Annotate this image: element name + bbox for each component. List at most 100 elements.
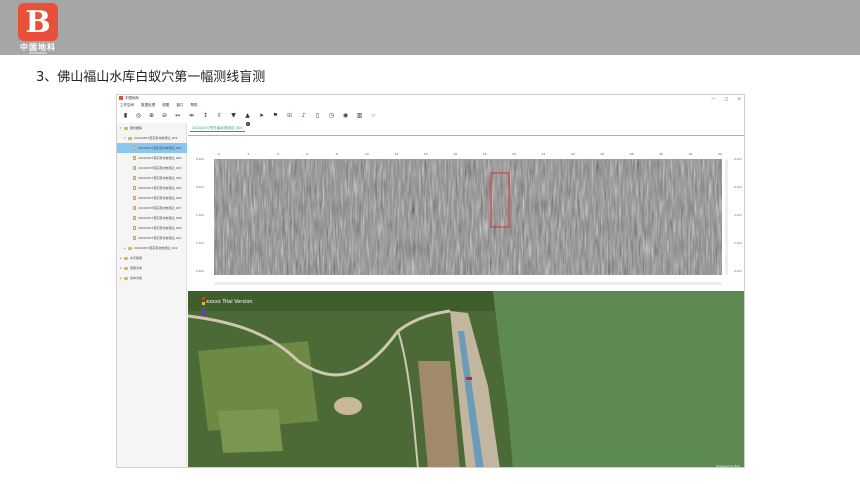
file-icon: [133, 236, 136, 240]
menu-processing[interactable]: 数据处理: [141, 103, 155, 107]
maximize-button[interactable]: □: [725, 96, 729, 101]
depth-label: 2.0m: [196, 269, 204, 273]
legend-blue-swatch: [202, 307, 205, 310]
gauge-icon[interactable]: ◷: [327, 111, 336, 120]
file-icon: [133, 156, 136, 160]
x-tick-label: 32: [688, 152, 693, 156]
close-button[interactable]: ×: [738, 96, 741, 101]
folder-icon: [124, 256, 128, 260]
depth-label: 0.5m: [196, 185, 204, 189]
x-tick-label: 10: [365, 152, 369, 156]
move-up-icon[interactable]: ▲: [243, 111, 252, 120]
radar-horizontal-scrollbar[interactable]: [214, 282, 722, 285]
legend-purple-swatch: [202, 312, 205, 315]
tree-item[interactable]: ▸ 水平探测: [117, 253, 187, 263]
compress-horizontal-icon[interactable]: ⇹: [187, 111, 196, 120]
x-tick-label: 0: [218, 152, 220, 156]
radar-profile[interactable]: [214, 159, 722, 275]
tree-item[interactable]: 20240307苍东南北电测试_002: [117, 153, 187, 163]
tree-item[interactable]: 20240307苍东南北电测试_005: [117, 183, 187, 193]
bars-icon[interactable]: ▥: [355, 111, 364, 120]
folder-icon: [124, 276, 128, 280]
tree-item[interactable]: 20240307苍东南北电测试_009: [117, 223, 187, 233]
company-logo: B 中国地科 ZHONGDIKE: [12, 3, 62, 55]
radar-tint: [214, 159, 722, 275]
menu-help[interactable]: 帮助: [191, 103, 198, 107]
menu-window[interactable]: 窗口: [176, 103, 183, 107]
tree-item[interactable]: 20240307苍东南北电测试_004: [117, 173, 187, 183]
tab-strip: 20240307苍东南北电测试_001 1: [188, 122, 744, 133]
compress-vertical-icon[interactable]: ⇳: [215, 111, 224, 120]
move-down-icon[interactable]: ▼: [229, 111, 238, 120]
tree-item[interactable]: 20240307苍东南北电测试_003: [117, 163, 187, 173]
minimize-button[interactable]: —: [711, 96, 715, 101]
tree-item[interactable]: ▾ 20240307苍东南北电测试_001: [117, 133, 187, 143]
app-window: 中国地科 — □ × 工作空间 数据处理 视图 窗口 帮助 ▮ ◎ ⊕ ⊖ ↔ …: [116, 94, 745, 468]
logo-letter: B: [25, 5, 51, 40]
radar-panel: 0.0m 0.5m 1.0m 1.5m 2.0m 0.0m 0.5m 1.0m …: [188, 145, 744, 291]
depth-label-right: 1.0m: [734, 213, 742, 217]
x-tick-label: 20: [512, 152, 516, 156]
project-tree: ▾ 服务器库 ▾ 20240307苍东南北电测试_001 20240307苍东南北电…: [117, 123, 187, 467]
new-file-icon[interactable]: ▮: [121, 111, 130, 120]
tree-item[interactable]: ▾ 服务器库: [117, 123, 187, 133]
depth-label-right: 2.0m: [734, 269, 742, 273]
window-titlebar: 中国地科 — □ ×: [117, 95, 744, 102]
x-tick-label: 28: [629, 152, 634, 156]
legend-yellow-swatch: [202, 302, 205, 305]
zoom-out-icon[interactable]: ⊖: [160, 111, 169, 120]
app-icon: [119, 96, 123, 100]
map-reservoir-water: [493, 291, 744, 467]
map-credit: Powered by Esri: [716, 464, 740, 468]
tab-badge: 1: [246, 122, 250, 126]
legend-red-swatch: [202, 297, 205, 300]
x-tick-label: 26: [600, 152, 605, 156]
menu-view[interactable]: 视图: [162, 103, 169, 107]
radar-vertical-scrollbar[interactable]: [725, 159, 728, 275]
satellite-map[interactable]: xxxxx Trial Version Powered by Esri: [188, 291, 744, 468]
tree-item-selected[interactable]: 20240307苍东南北电测试_001: [117, 143, 187, 153]
x-tick-label: 34: [718, 152, 722, 156]
pointer-icon[interactable]: ➤: [257, 111, 266, 120]
flag-icon[interactable]: ⚑: [271, 111, 280, 120]
file-icon: [133, 146, 136, 150]
window-title: 中国地科: [125, 96, 139, 100]
depth-label: 1.5m: [196, 241, 204, 245]
file-icon: [133, 166, 136, 170]
x-tick-label: 24: [570, 152, 575, 156]
tab-radar-line[interactable]: 20240307苍东南北电测试_001: [190, 124, 245, 132]
tree-item[interactable]: 20240307苍东南北电测试_008: [117, 213, 187, 223]
tree-item[interactable]: 20240307苍东南北电测试_010: [117, 233, 187, 243]
x-tick-label: 18: [482, 152, 487, 156]
file-icon: [133, 226, 136, 230]
eye-icon[interactable]: ◉: [341, 111, 350, 120]
folder-icon: [124, 266, 128, 270]
menu-workspace[interactable]: 工作空间: [120, 103, 134, 107]
delete-icon[interactable]: ▯: [313, 111, 322, 120]
link-icon[interactable]: ∞: [369, 111, 378, 120]
tree-item[interactable]: 20240307苍东南北电测试_007: [117, 203, 187, 213]
x-tick-label: 30: [659, 152, 663, 156]
file-icon: [133, 216, 136, 220]
depth-label: 0.0m: [196, 157, 204, 161]
folder-icon: [124, 126, 128, 130]
x-tick-label: 4: [276, 152, 279, 156]
marker-icon[interactable]: ♪: [299, 111, 308, 120]
x-tick-label: 22: [541, 152, 546, 156]
crosshair-icon[interactable]: ⊞: [285, 111, 294, 120]
x-tick-label: 14: [423, 152, 428, 156]
stretch-horizontal-icon[interactable]: ↔: [173, 111, 182, 120]
x-tick-label: 8: [335, 152, 338, 156]
tree-item[interactable]: ▸ 20240307苍东南北电测试_002: [117, 243, 187, 253]
map-watermark: xxxxx Trial Version: [206, 299, 253, 305]
menu-bar: 工作空间 数据处理 视图 窗口 帮助: [117, 102, 201, 109]
x-tick-label: 16: [453, 152, 458, 156]
tree-item[interactable]: ▸ 基本方案: [117, 273, 187, 283]
file-icon: [133, 186, 136, 190]
zoom-in-icon[interactable]: ⊕: [147, 111, 156, 120]
tree-item[interactable]: 20240307苍东南北电测试_006: [117, 193, 187, 203]
stretch-vertical-icon[interactable]: ↕: [201, 111, 210, 120]
tree-item[interactable]: ▸ 测量方案: [117, 263, 187, 273]
map-position-marker[interactable]: [466, 377, 472, 380]
target-icon[interactable]: ◎: [134, 111, 143, 120]
